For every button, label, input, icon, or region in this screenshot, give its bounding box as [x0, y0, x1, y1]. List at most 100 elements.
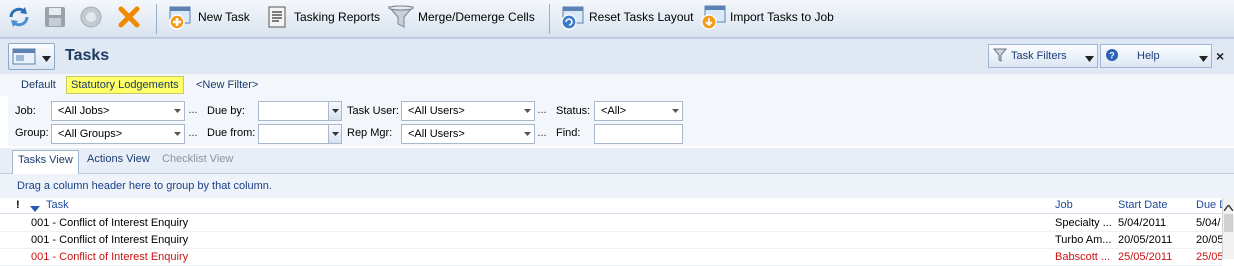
chevron-down-icon[interactable]	[328, 102, 341, 120]
import-tasks-button[interactable]: Import Tasks to Job	[698, 0, 834, 34]
report-icon	[262, 2, 292, 32]
chevron-down-icon	[669, 102, 682, 120]
funnel-icon	[386, 2, 416, 32]
svg-text:?: ?	[1109, 50, 1115, 60]
view-tabs: Tasks View Actions View Checklist View	[0, 148, 1234, 174]
job-cell: Babscott ...	[1055, 251, 1111, 263]
filter-panel: Job: <All Jobs> ... Due by: Task User: <…	[8, 96, 1234, 146]
job-label: Job:	[15, 105, 36, 117]
chevron-down-icon	[171, 125, 184, 143]
col-job[interactable]: Job	[1055, 199, 1073, 211]
rep-mgr-label: Rep Mgr:	[347, 127, 393, 139]
table-row[interactable]: 001 - Conflict of Interest Enquiry Turbo…	[0, 232, 1222, 249]
rep-mgr-select[interactable]: <All Users>	[401, 124, 535, 144]
toolbar-separator	[549, 4, 550, 34]
status-label: Status:	[556, 105, 591, 117]
filter-tabs: Default Statutory Lodgements <New Filter…	[0, 74, 1234, 96]
task-user-browse-button[interactable]: ...	[536, 101, 548, 121]
chevron-down-icon	[171, 102, 184, 120]
tab-default[interactable]: Default	[17, 77, 60, 93]
due-date-cell: 25/05	[1196, 251, 1222, 263]
col-flag[interactable]: !	[16, 199, 20, 211]
due-from-field[interactable]	[258, 124, 342, 144]
vertical-scrollbar[interactable]	[1222, 198, 1234, 259]
delete-button[interactable]	[114, 0, 144, 34]
status-value: <All>	[601, 105, 627, 117]
start-date-cell: 5/04/2011	[1118, 217, 1167, 229]
task-user-value: <All Users>	[408, 105, 465, 117]
job-select[interactable]: <All Jobs>	[51, 101, 185, 121]
merge-demerge-label: Merge/Demerge Cells	[418, 10, 535, 24]
close-icon[interactable]: ×	[1216, 48, 1224, 64]
job-cell: Turbo Am...	[1055, 234, 1112, 246]
group-label: Group:	[15, 127, 49, 139]
chevron-down-icon	[42, 53, 51, 65]
close-x-icon	[114, 2, 144, 32]
help-button[interactable]: ? Help	[1100, 44, 1212, 68]
due-by-field[interactable]	[258, 101, 342, 121]
reset-layout-icon	[557, 2, 587, 32]
disabled-button[interactable]	[76, 0, 106, 34]
job-select-value: <All Jobs>	[58, 105, 110, 117]
task-user-label: Task User:	[347, 105, 399, 117]
find-input[interactable]	[594, 124, 683, 144]
col-start-date[interactable]: Start Date	[1118, 199, 1168, 211]
due-from-label: Due from:	[207, 127, 256, 139]
chevron-down-icon[interactable]	[328, 125, 341, 143]
status-select[interactable]: <All>	[594, 101, 683, 121]
group-value: <All Groups>	[58, 128, 123, 140]
task-filters-label: Task Filters	[1011, 50, 1067, 62]
tasking-reports-button[interactable]: Tasking Reports	[262, 0, 380, 34]
refresh-icon	[4, 2, 34, 32]
group-by-panel[interactable]: Drag a column header here to group by th…	[0, 174, 1234, 198]
new-task-button[interactable]: New Task	[166, 0, 250, 34]
task-user-select[interactable]: <All Users>	[401, 101, 535, 121]
group-select[interactable]: <All Groups>	[51, 124, 185, 144]
find-label: Find:	[556, 127, 581, 139]
tasking-reports-label: Tasking Reports	[294, 10, 381, 24]
import-tasks-label: Import Tasks to Job	[730, 10, 834, 24]
toolbar-separator	[156, 4, 157, 34]
tab-tasks-view[interactable]: Tasks View	[12, 150, 79, 174]
chevron-down-icon	[521, 125, 534, 143]
due-date-cell: 20/05	[1196, 234, 1222, 246]
filter-icon	[992, 48, 1008, 65]
tab-statutory-lodgements[interactable]: Statutory Lodgements	[66, 76, 184, 94]
page-title: Tasks	[65, 47, 110, 64]
rep-mgr-browse-button[interactable]: ...	[536, 124, 548, 144]
tab-new-filter[interactable]: <New Filter>	[192, 77, 262, 93]
task-cell: 001 - Conflict of Interest Enquiry	[31, 217, 189, 229]
view-menu-button[interactable]	[8, 43, 55, 70]
group-browse-button[interactable]: ...	[187, 124, 199, 144]
merge-demerge-button[interactable]: Merge/Demerge Cells	[386, 0, 535, 34]
tab-actions-view[interactable]: Actions View	[87, 153, 150, 165]
col-task[interactable]: Task	[46, 199, 69, 211]
save-button[interactable]	[40, 0, 70, 34]
circle-icon	[76, 2, 106, 32]
scrollbar-thumb[interactable]	[1224, 214, 1233, 232]
reset-layout-button[interactable]: Reset Tasks Layout	[557, 0, 694, 34]
task-cell: 001 - Conflict of Interest Enquiry	[31, 251, 189, 263]
new-task-label: New Task	[198, 10, 250, 24]
start-date-cell: 20/05/2011	[1118, 234, 1173, 246]
refresh-button[interactable]	[4, 0, 34, 34]
save-icon	[40, 2, 70, 32]
col-due-date[interactable]: Due D	[1196, 199, 1222, 211]
import-icon	[698, 2, 728, 32]
chevron-down-icon	[1085, 53, 1094, 65]
group-hint: Drag a column header here to group by th…	[17, 180, 272, 192]
chevron-down-icon	[521, 102, 534, 120]
task-filters-button[interactable]: Task Filters	[988, 44, 1098, 68]
rep-mgr-value: <All Users>	[408, 128, 465, 140]
start-date-cell: 25/05/2011	[1118, 251, 1173, 263]
help-icon: ?	[1105, 48, 1119, 65]
due-date-cell: 5/04/	[1196, 217, 1221, 229]
window-icon	[12, 47, 38, 70]
table-row[interactable]: 001 - Conflict of Interest Enquiry Babsc…	[0, 249, 1222, 266]
tab-checklist-view[interactable]: Checklist View	[162, 153, 233, 165]
chevron-down-icon	[1199, 53, 1208, 65]
table-row[interactable]: 001 - Conflict of Interest Enquiry Speci…	[0, 215, 1222, 232]
job-browse-button[interactable]: ...	[187, 101, 199, 121]
new-task-icon	[166, 2, 196, 32]
chevron-up-icon[interactable]	[1223, 202, 1234, 214]
